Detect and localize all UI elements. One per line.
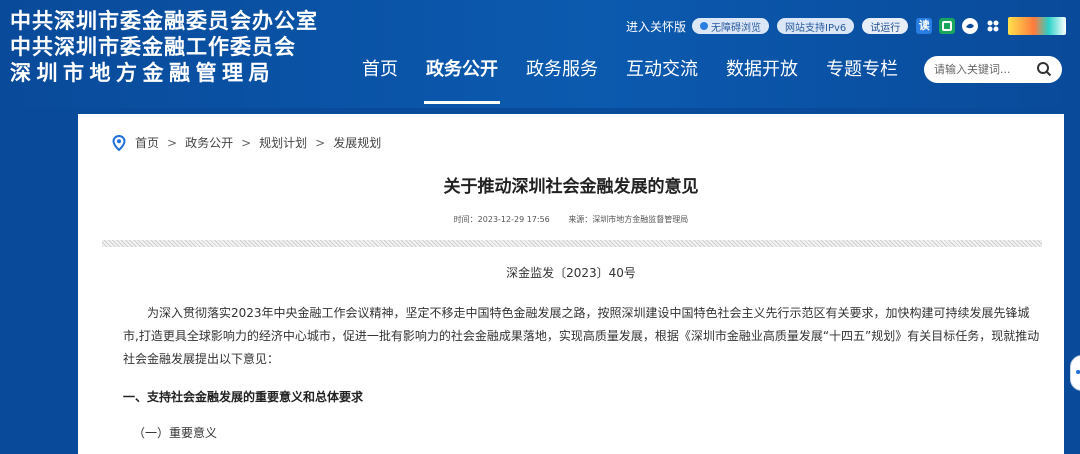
wechat-icon[interactable] — [939, 18, 956, 34]
breadcrumb-gov-affairs[interactable]: 政务公开 — [185, 134, 233, 151]
breadcrumb: 首页 > 政务公开 > 规划计划 > 发展规划 — [112, 134, 381, 151]
article-meta: 时间：2023-12-29 17:56 来源：深圳市地方金融监督管理局 — [78, 214, 1064, 225]
share-button[interactable] — [1070, 355, 1080, 391]
share-icon — [1076, 370, 1080, 374]
trial-badge[interactable]: 试运行 — [862, 18, 909, 34]
breadcrumb-plans[interactable]: 规划计划 — [259, 134, 307, 151]
accessibility-icon — [700, 22, 709, 30]
section-heading: 一、支持社会金融发展的重要意义和总体要求 — [123, 390, 364, 404]
site-header: 中共深圳市委金融委员会办公室 中共深圳市委金融工作委员会 深圳市地方金融管理局 … — [0, 0, 1080, 108]
intro-paragraph: 为深入贯彻落实2023年中央金融工作会议精神，坚定不移走中国特色金融发展之路，按… — [123, 306, 1040, 366]
org-name-line-1: 中共深圳市委金融委员会办公室 — [10, 9, 318, 33]
du-icon[interactable]: 读 — [916, 18, 933, 34]
breadcrumb-home[interactable]: 首页 — [135, 134, 159, 151]
article-source: 来源：深圳市地方金融监督管理局 — [568, 215, 689, 224]
breadcrumb-development-plan[interactable]: 发展规划 — [333, 134, 381, 151]
org-name-line-2: 中共深圳市委金融工作委员会 — [10, 35, 296, 59]
nav-topics[interactable]: 专题专栏 — [812, 56, 912, 96]
nav-home[interactable]: 首页 — [348, 56, 412, 96]
org-title[interactable]: 中共深圳市委金融委员会办公室 中共深圳市委金融工作委员会 深圳市地方金融管理局 — [10, 8, 318, 86]
org-name-line-3: 深圳市地方金融管理局 — [10, 61, 275, 85]
divider — [102, 240, 1042, 247]
breadcrumb-separator: > — [167, 135, 178, 150]
breadcrumb-separator: > — [315, 135, 326, 150]
breadcrumb-separator: > — [241, 135, 252, 150]
article-time: 时间：2023-12-29 17:56 — [453, 215, 550, 224]
nav-interaction[interactable]: 互动交流 — [612, 56, 712, 96]
subsection-heading: （一）重要意义 — [133, 426, 218, 440]
shenzhen-logo[interactable] — [1008, 17, 1067, 35]
top-toolbar: 进入关怀版 无障碍浏览 网站支持IPv6 试运行 读 — [626, 16, 1067, 36]
search-input[interactable] — [932, 62, 1040, 77]
document-number: 深金监发〔2023〕40号 — [506, 266, 636, 280]
nav-gov-services[interactable]: 政务服务 — [512, 56, 612, 96]
app-icon[interactable] — [985, 18, 1001, 34]
ipv6-label: 网站支持IPv6 — [785, 22, 847, 34]
accessibility-button[interactable]: 无障碍浏览 — [692, 18, 770, 34]
content-panel: 首页 > 政务公开 > 规划计划 > 发展规划 关于推动深圳社会金融发展的意见 … — [78, 114, 1064, 454]
search-icon[interactable] — [1036, 61, 1052, 77]
accessibility-label: 无障碍浏览 — [711, 22, 762, 34]
nav-gov-affairs[interactable]: 政务公开 — [412, 56, 512, 104]
location-pin-icon — [112, 134, 126, 151]
main-nav: 首页 政务公开 政务服务 互动交流 数据开放 专题专栏 — [348, 56, 912, 104]
trial-label: 试运行 — [870, 22, 901, 34]
nav-open-data[interactable]: 数据开放 — [712, 56, 812, 96]
search-box — [924, 56, 1062, 83]
article-title: 关于推动深圳社会金融发展的意见 — [443, 177, 699, 197]
weibo-icon[interactable] — [962, 18, 979, 34]
care-mode-link[interactable]: 进入关怀版 — [626, 18, 686, 35]
ipv6-badge[interactable]: 网站支持IPv6 — [777, 18, 855, 34]
